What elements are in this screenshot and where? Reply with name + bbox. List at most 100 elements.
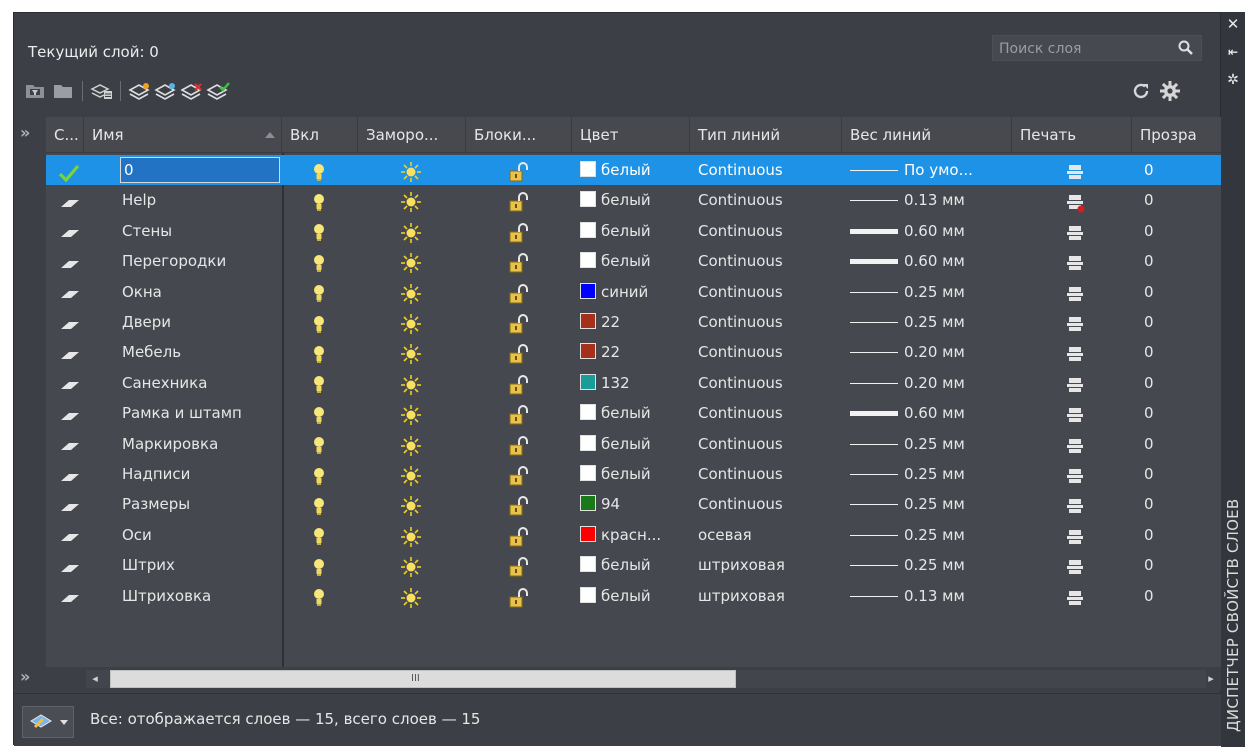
printer-icon[interactable] <box>1066 254 1086 274</box>
cell-transparency[interactable]: 0 <box>1144 489 1204 519</box>
cell-status[interactable] <box>58 337 84 367</box>
cell-linetype[interactable]: штриховая <box>698 581 842 611</box>
unlock-icon[interactable] <box>508 404 530 426</box>
lightbulb-icon[interactable] <box>312 588 326 608</box>
unlock-icon[interactable] <box>508 587 530 609</box>
table-row[interactable]: Стены белый Continuous 0.60 мм 0 <box>46 216 1221 246</box>
cell-color[interactable]: белый <box>580 398 690 428</box>
delete-layer-icon[interactable] <box>180 79 204 103</box>
cell-name[interactable]: Рамка и штамп <box>122 398 280 428</box>
cell-transparency[interactable]: 0 <box>1144 429 1204 459</box>
cell-name[interactable]: Окна <box>122 277 280 307</box>
cell-linetype[interactable]: Continuous <box>698 216 842 246</box>
search-box[interactable] <box>992 35 1202 61</box>
printer-icon[interactable] <box>1066 285 1086 305</box>
cell-on[interactable] <box>312 581 332 611</box>
header-col-lock[interactable]: Блоки... <box>466 117 572 153</box>
cell-status[interactable] <box>58 581 84 611</box>
unlock-icon[interactable] <box>508 313 530 335</box>
cell-linetype[interactable]: Continuous <box>698 246 842 276</box>
cell-on[interactable] <box>312 459 332 489</box>
cell-plot[interactable] <box>1066 520 1090 550</box>
unlock-icon[interactable] <box>508 222 530 244</box>
header-col-freeze[interactable]: Заморо... <box>358 117 466 153</box>
cell-color[interactable]: белый <box>580 216 690 246</box>
layer-icon[interactable] <box>58 439 82 453</box>
table-row[interactable]: Двери 22 Continuous 0.25 мм 0 <box>46 307 1221 337</box>
cell-freeze[interactable] <box>400 489 424 519</box>
unlock-icon[interactable] <box>508 465 530 487</box>
refresh-icon[interactable] <box>1130 80 1152 102</box>
cell-name[interactable]: Штрих <box>122 550 280 580</box>
unlock-icon[interactable] <box>508 252 530 274</box>
cell-lineweight[interactable]: 0.13 мм <box>850 581 1012 611</box>
cell-status[interactable] <box>58 307 84 337</box>
cell-color[interactable]: белый <box>580 459 690 489</box>
cell-status[interactable] <box>58 368 84 398</box>
table-row[interactable]: Окна синий Continuous 0.25 мм 0 <box>46 277 1221 307</box>
search-input[interactable] <box>999 39 1169 59</box>
lightbulb-icon[interactable] <box>312 527 326 547</box>
scroll-left-icon[interactable]: ◂ <box>88 670 102 688</box>
cell-status[interactable] <box>58 185 84 215</box>
header-col-linetype[interactable]: Тип линий <box>690 117 842 153</box>
layer-icon[interactable] <box>58 348 82 362</box>
printer-icon[interactable] <box>1066 345 1086 365</box>
sun-icon[interactable] <box>400 374 422 396</box>
cell-linetype[interactable]: Continuous <box>698 185 842 215</box>
cell-lock[interactable] <box>508 216 532 246</box>
cell-status[interactable] <box>58 489 84 519</box>
sun-icon[interactable] <box>400 252 422 274</box>
cell-transparency[interactable]: 0 <box>1144 277 1204 307</box>
lightbulb-icon[interactable] <box>312 375 326 395</box>
cell-name[interactable]: Двери <box>122 307 280 337</box>
lightbulb-icon[interactable] <box>312 163 326 183</box>
cell-plot[interactable] <box>1066 307 1090 337</box>
lightbulb-icon[interactable] <box>312 345 326 365</box>
sun-icon[interactable] <box>400 404 422 426</box>
unlock-icon[interactable] <box>508 191 530 213</box>
cell-name[interactable]: Мебель <box>122 337 280 367</box>
cell-status[interactable] <box>58 155 84 185</box>
unlock-icon[interactable] <box>508 161 530 183</box>
printer-icon[interactable] <box>1066 437 1086 457</box>
cell-color[interactable]: 132 <box>580 368 690 398</box>
cell-plot[interactable] <box>1066 550 1090 580</box>
cell-freeze[interactable] <box>400 246 424 276</box>
lightbulb-icon[interactable] <box>312 284 326 304</box>
cell-status[interactable] <box>58 216 84 246</box>
cell-freeze[interactable] <box>400 307 424 337</box>
cell-linetype[interactable]: Continuous <box>698 398 842 428</box>
layer-icon[interactable] <box>58 318 82 332</box>
cell-color[interactable]: белый <box>580 155 690 185</box>
cell-lineweight[interactable]: 0.20 мм <box>850 337 1012 367</box>
sun-icon[interactable] <box>400 556 422 578</box>
table-row[interactable]: Штриховка белый штриховая 0.13 мм 0 <box>46 581 1221 611</box>
cell-lineweight[interactable]: 0.25 мм <box>850 459 1012 489</box>
cell-plot[interactable] <box>1066 581 1090 611</box>
cell-linetype[interactable]: Continuous <box>698 368 842 398</box>
cell-on[interactable] <box>312 337 332 367</box>
cell-name[interactable]: Стены <box>122 216 280 246</box>
cell-name[interactable]: Help <box>122 185 280 215</box>
invert-filter-button[interactable] <box>22 706 74 738</box>
sun-icon[interactable] <box>400 587 422 609</box>
cell-on[interactable] <box>312 185 332 215</box>
header-col-status[interactable]: С... <box>46 117 84 153</box>
cell-lineweight[interactable]: 0.25 мм <box>850 429 1012 459</box>
cell-lineweight[interactable]: 0.20 мм <box>850 368 1012 398</box>
lightbulb-icon[interactable] <box>312 436 326 456</box>
cell-status[interactable] <box>58 459 84 489</box>
cell-on[interactable] <box>312 368 332 398</box>
printer-icon[interactable] <box>1066 406 1086 426</box>
cell-lock[interactable] <box>508 581 532 611</box>
cell-color[interactable]: красн... <box>580 520 690 550</box>
printer-icon[interactable] <box>1066 224 1086 244</box>
layer-icon[interactable] <box>58 500 82 514</box>
cell-transparency[interactable]: 0 <box>1144 185 1204 215</box>
layer-icon[interactable] <box>58 196 82 210</box>
cell-color[interactable]: белый <box>580 429 690 459</box>
unlock-icon[interactable] <box>508 374 530 396</box>
cell-lineweight[interactable]: 0.60 мм <box>850 246 1012 276</box>
cell-plot[interactable] <box>1066 337 1090 367</box>
